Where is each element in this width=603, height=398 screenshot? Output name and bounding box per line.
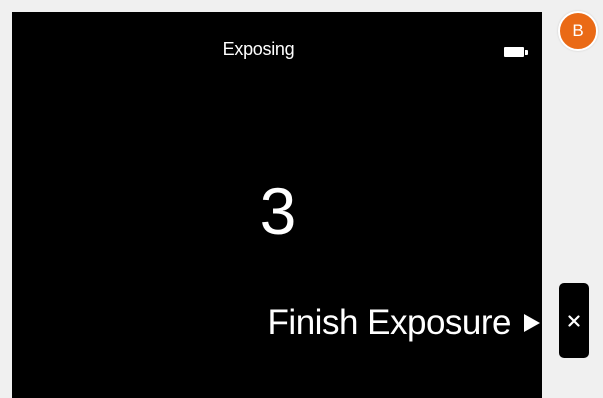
finish-exposure-button[interactable]: Finish Exposure (268, 300, 542, 346)
close-button[interactable] (559, 283, 589, 358)
finish-exposure-label: Finish Exposure (267, 303, 512, 342)
countdown-value: 3 (13, 178, 543, 244)
camera-screen: Exposing 3 Finish Exposure (12, 12, 542, 398)
countdown-number: 3 (259, 174, 297, 248)
avatar-initial: B (572, 21, 584, 40)
battery-icon (504, 47, 528, 57)
status-title: Exposing (222, 39, 295, 59)
play-triangle-icon (524, 314, 540, 332)
avatar[interactable]: B (558, 11, 598, 51)
close-icon (568, 314, 580, 327)
